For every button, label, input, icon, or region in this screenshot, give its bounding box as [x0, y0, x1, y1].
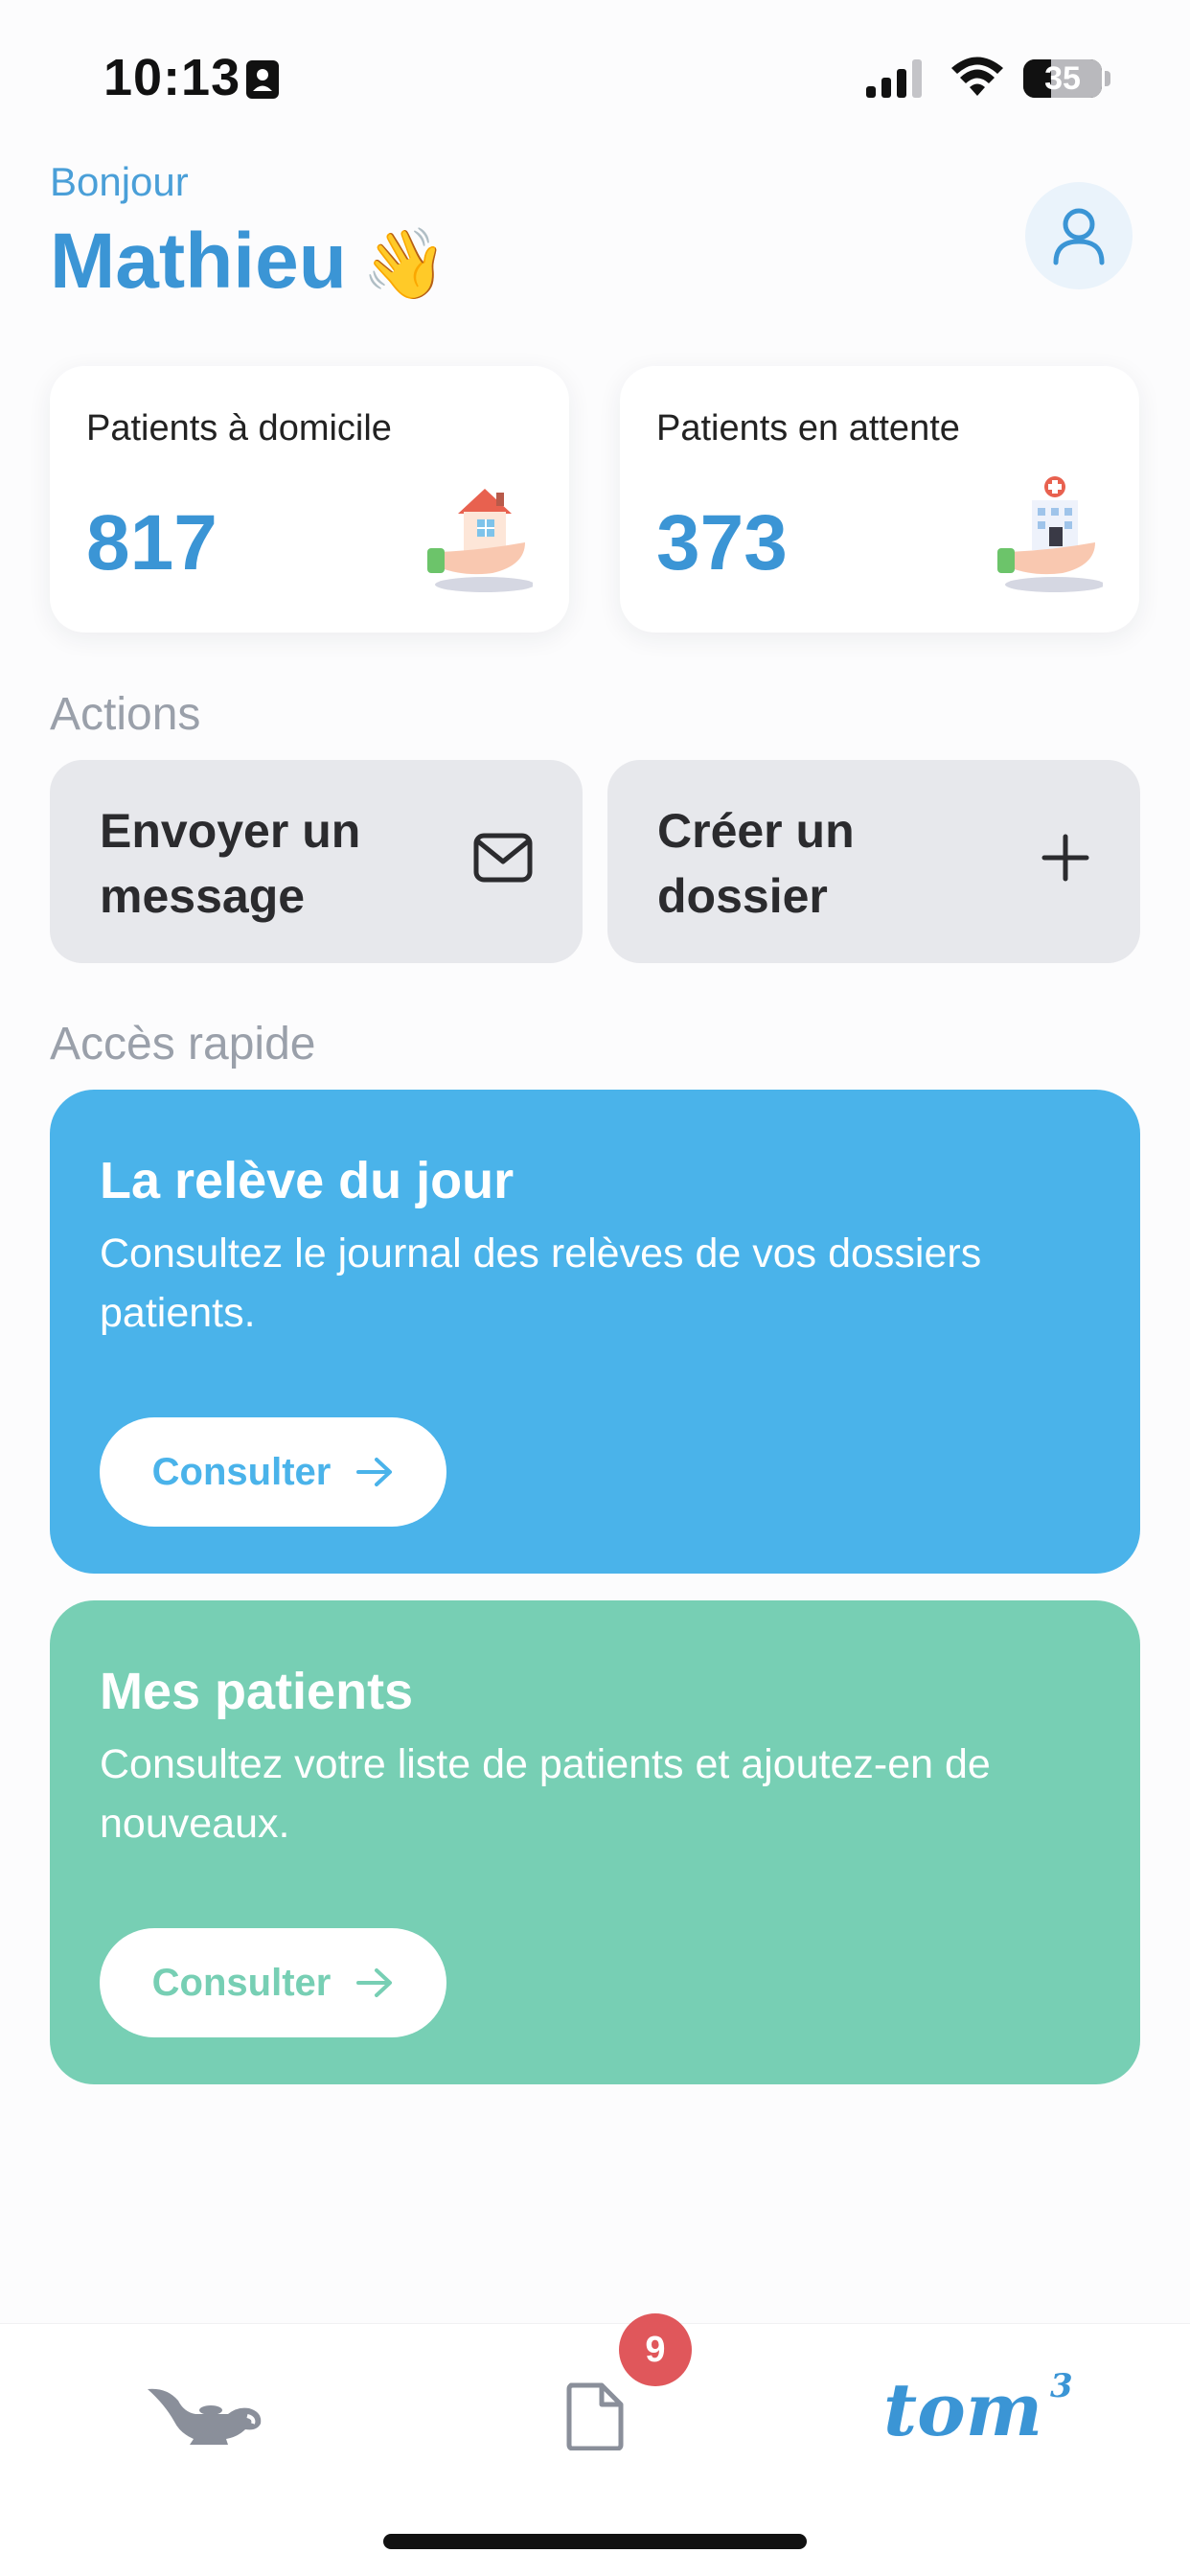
- battery-level: 35: [1044, 60, 1081, 97]
- battery-tip: [1105, 71, 1110, 86]
- send-message-button[interactable]: Envoyer un message: [50, 760, 583, 963]
- my-patients-title: Mes patients: [100, 1663, 414, 1720]
- user-icon: [1053, 208, 1105, 265]
- consult-label: Consulter: [151, 1450, 332, 1493]
- hospital-in-hand-icon: [995, 470, 1105, 599]
- create-file-label: Créer un dossier: [657, 804, 855, 923]
- profile-button[interactable]: [1025, 182, 1133, 289]
- waiting-patients-count: 373: [656, 499, 788, 586]
- daily-report-card[interactable]: La relève du jour Consultez le journal d…: [50, 1090, 1140, 1574]
- waiting-patients-card[interactable]: Patients en attente 373: [620, 366, 1139, 632]
- home-patients-label: Patients à domicile: [86, 408, 392, 448]
- wifi-icon: [950, 56, 1004, 103]
- logo-text: tom: [883, 2367, 1042, 2449]
- consult-label: Consulter: [151, 1961, 332, 2004]
- quick-access-section-title: Accès rapide: [50, 1019, 316, 1070]
- daily-report-description: Consultez le journal des relèves de vos …: [100, 1230, 982, 1336]
- user-name: Mathieu: [50, 218, 347, 305]
- plus-icon: [1041, 833, 1090, 887]
- greeting-text: Bonjour: [50, 159, 189, 204]
- create-file-button[interactable]: Créer un dossier: [607, 760, 1140, 963]
- genie-lamp-icon[interactable]: [146, 2374, 264, 2455]
- id-card-icon: [245, 59, 280, 104]
- home-patients-card[interactable]: Patients à domicile 817: [50, 366, 569, 632]
- waving-hand-emoji: 👋: [361, 226, 448, 303]
- actions-section-title: Actions: [50, 689, 201, 740]
- notification-badge: 9: [619, 2313, 692, 2386]
- status-time: 10:13: [103, 49, 241, 106]
- my-patients-description: Consultez votre liste de patients et ajo…: [100, 1741, 991, 1847]
- svg-text:3: 3: [1050, 2367, 1073, 2405]
- user-name-heading: Mathieu 👋: [50, 217, 447, 307]
- tom3-logo[interactable]: tom 3: [880, 2366, 1081, 2453]
- my-patients-card[interactable]: Mes patients Consultez votre liste de pa…: [50, 1600, 1140, 2084]
- signal-icon: [866, 59, 927, 103]
- document-icon[interactable]: [565, 2381, 625, 2455]
- battery-icon: 35: [1023, 59, 1102, 98]
- arrow-right-icon: [356, 1458, 393, 1486]
- daily-report-title: La relève du jour: [100, 1152, 515, 1209]
- home-patients-count: 817: [86, 499, 217, 586]
- house-in-hand-icon: [425, 470, 535, 599]
- home-indicator[interactable]: [383, 2534, 807, 2549]
- send-message-label: Envoyer un message: [100, 804, 361, 923]
- arrow-right-icon: [356, 1968, 393, 1997]
- my-patients-consult-button[interactable]: Consulter: [100, 1928, 446, 2037]
- daily-report-consult-button[interactable]: Consulter: [100, 1417, 446, 1527]
- home-screen: 10:13 35 Bonjour Mathieu 👋 Patients à do…: [0, 0, 1190, 2576]
- waiting-patients-label: Patients en attente: [656, 408, 960, 448]
- envelope-icon: [473, 833, 533, 887]
